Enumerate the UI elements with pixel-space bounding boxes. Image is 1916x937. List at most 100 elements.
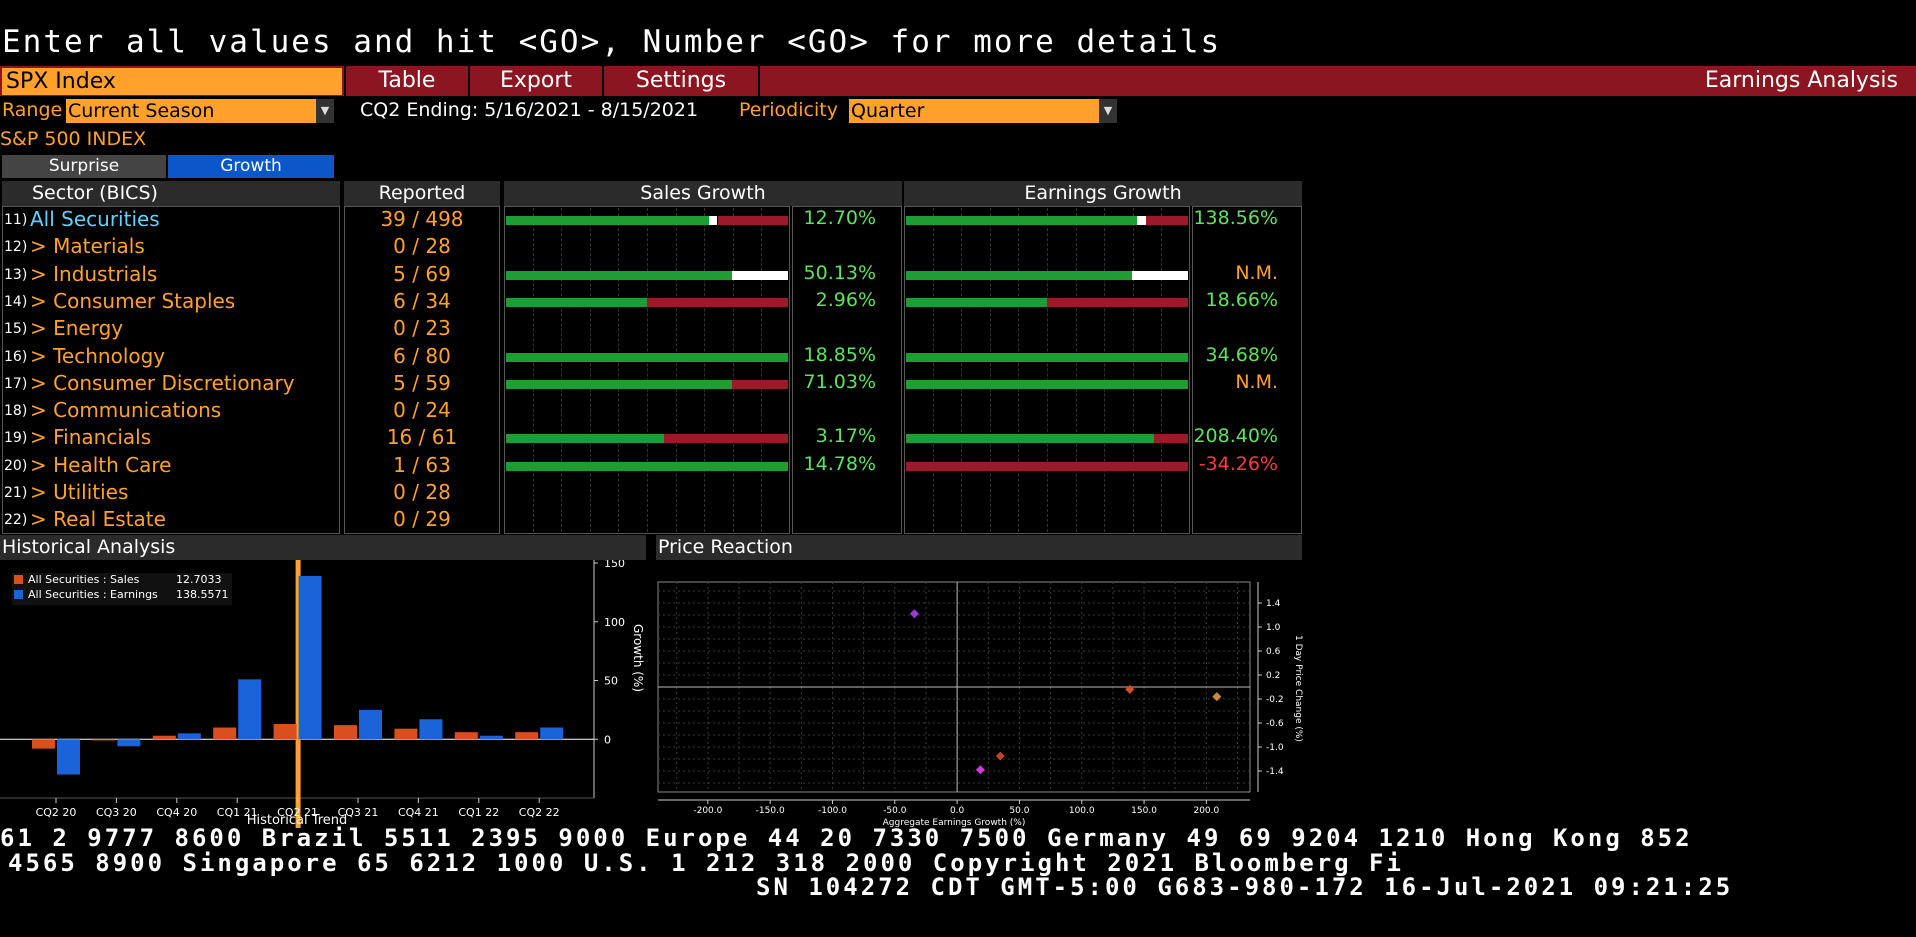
earnings-growth-value: 18.66%: [1205, 288, 1278, 311]
settings-menu[interactable]: Settings: [604, 66, 758, 96]
sector-name[interactable]: > Communications: [30, 398, 221, 422]
chevron-down-icon[interactable]: ▼: [316, 99, 334, 123]
y-tick-label: -1.4: [1266, 767, 1284, 777]
x-tick-label: -150.0: [756, 806, 785, 816]
sector-name[interactable]: > Industrials: [30, 262, 157, 286]
x-tick-label: -200.0: [693, 806, 722, 816]
legend-earnings-value: 138.5571: [176, 588, 229, 601]
range-dropdown[interactable]: Current Season: [66, 99, 316, 123]
row-number[interactable]: 11): [4, 212, 27, 228]
growth-bar-segment: [1154, 434, 1188, 444]
earnings-growth-header[interactable]: Earnings Growth: [904, 181, 1302, 206]
sector-name[interactable]: > Utilities: [30, 480, 128, 504]
periodicity-label: Periodicity: [739, 99, 838, 121]
sales-bar: [334, 725, 357, 740]
y-tick-label: 1.4: [1266, 599, 1281, 609]
scatter-point: [1212, 692, 1222, 702]
row-number[interactable]: 18): [4, 403, 27, 419]
sales-growth-header[interactable]: Sales Growth: [504, 181, 902, 206]
sector-name[interactable]: > Materials: [30, 234, 145, 258]
growth-bar-segment: [506, 270, 732, 280]
sector-name[interactable]: All Securities: [30, 207, 160, 231]
row-number[interactable]: 20): [4, 458, 27, 474]
growth-toggle[interactable]: Growth: [168, 155, 334, 178]
growth-bar-segment: [663, 434, 788, 444]
surprise-toggle[interactable]: Surprise: [2, 155, 166, 178]
earnings-bar: [359, 709, 382, 740]
price-reaction-header: Price Reaction: [656, 535, 1302, 560]
reported-count: 39 / 498: [380, 207, 464, 231]
row-number[interactable]: 14): [4, 294, 27, 310]
row-number[interactable]: 13): [4, 267, 27, 283]
growth-bar-segment: [1145, 216, 1188, 225]
growth-bar-segment: [731, 270, 788, 280]
row-number[interactable]: 16): [4, 349, 27, 365]
growth-bar-segment: [709, 216, 718, 225]
scatter-point: [975, 765, 985, 775]
row-number[interactable]: 21): [4, 485, 27, 501]
row-number[interactable]: 19): [4, 430, 27, 446]
ticker-field[interactable]: SPX Index: [2, 68, 342, 95]
earnings-bar: [540, 727, 564, 740]
bar-gridline: [704, 208, 706, 532]
sector-name[interactable]: > Real Estate: [30, 507, 166, 531]
sector-name[interactable]: > Technology: [30, 344, 165, 368]
y-tick-label: -1.0: [1266, 743, 1284, 753]
sector-name[interactable]: > Financials: [30, 425, 151, 449]
earnings-bar: [57, 739, 80, 775]
table-menu[interactable]: Table: [346, 66, 468, 96]
growth-bar-segment: [906, 216, 1138, 225]
reported-count: 0 / 23: [393, 316, 451, 341]
bar-gridline: [561, 208, 563, 532]
earnings-growth-value: 34.68%: [1205, 343, 1278, 366]
row-number[interactable]: 15): [4, 321, 27, 337]
range-label: Range: [2, 99, 63, 121]
bar-gridline: [589, 208, 591, 532]
scatter-point: [1125, 684, 1135, 694]
x-tick-label: -100.0: [818, 806, 847, 816]
growth-bar-segment: [506, 379, 732, 389]
x-tick-label: 50.0: [1009, 806, 1029, 816]
bar-gridline: [1104, 208, 1106, 532]
periodicity-dropdown[interactable]: Quarter: [849, 99, 1099, 123]
row-number[interactable]: 17): [4, 376, 27, 392]
command-line[interactable]: Enter all values and hit <GO>, Number <G…: [2, 24, 1221, 60]
sector-name[interactable]: > Energy: [30, 316, 123, 340]
chart-legend: All Securities : Sales 12.7033 All Secur…: [12, 573, 232, 605]
reported-count: 0 / 28: [393, 234, 451, 259]
reported-header[interactable]: Reported: [344, 181, 500, 206]
bar-gridline: [532, 208, 534, 532]
sales-bar: [515, 732, 539, 740]
row-number[interactable]: 12): [4, 239, 27, 255]
x-tick-label: 200.0: [1193, 806, 1219, 816]
legend-earnings-label: All Securities : Earnings: [28, 588, 158, 601]
sales-legend-swatch: [14, 575, 23, 584]
growth-bar-segment: [506, 352, 788, 362]
earnings-growth-value: N.M.: [1235, 261, 1278, 284]
earnings-growth-value: -34.26%: [1198, 452, 1278, 475]
bar-gridline: [1075, 208, 1077, 532]
growth-bar-segment: [506, 461, 788, 471]
sector-name[interactable]: > Consumer Staples: [30, 289, 235, 313]
index-name: S&P 500 INDEX: [0, 128, 147, 150]
x-tick-label: -50.0: [883, 806, 907, 816]
export-menu[interactable]: Export: [470, 66, 602, 96]
growth-bar-segment: [906, 297, 1047, 307]
sector-header[interactable]: Sector (BICS): [2, 181, 340, 206]
sector-name[interactable]: > Consumer Discretionary: [30, 371, 295, 395]
footer-line-1: 61 2 9777 8600 Brazil 5511 2395 9000 Eur…: [0, 824, 1693, 852]
x-tick-label: 150.0: [1131, 806, 1157, 816]
chevron-down-icon[interactable]: ▼: [1099, 99, 1117, 123]
x-tick-label: CQ2 22: [519, 806, 560, 819]
sales-bar: [213, 727, 237, 740]
earnings-bar: [298, 575, 322, 740]
sector-name[interactable]: > Health Care: [30, 453, 171, 477]
bar-gridline: [1018, 208, 1020, 532]
x-tick-label: CQ4 21: [398, 806, 439, 819]
sales-growth-value: 14.78%: [803, 452, 876, 475]
x-tick-label: CQ3 20: [96, 806, 137, 819]
y-tick-label: 0.2: [1266, 671, 1280, 681]
row-number[interactable]: 22): [4, 512, 27, 528]
bar-gridline: [1132, 208, 1134, 532]
earnings-growth-value: 138.56%: [1193, 207, 1278, 229]
